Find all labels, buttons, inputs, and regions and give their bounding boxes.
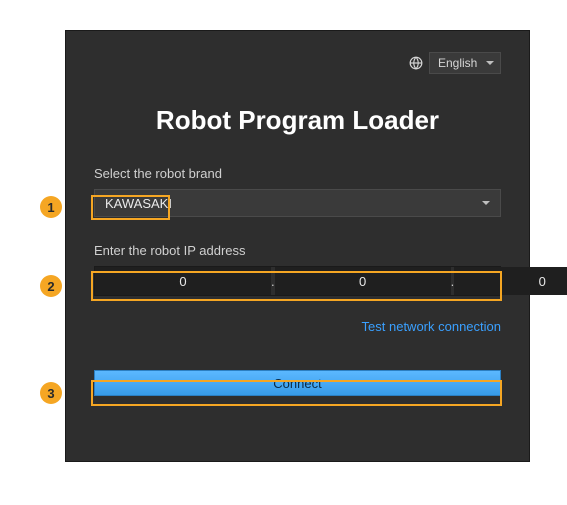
ip-section: Enter the robot IP address . . . [94, 243, 501, 296]
brand-label: Select the robot brand [94, 166, 501, 181]
ip-octet-2[interactable] [275, 267, 451, 295]
main-panel: English Robot Program Loader Select the … [65, 30, 530, 462]
page-title: Robot Program Loader [94, 105, 501, 136]
ip-input-row: . . . [94, 266, 501, 296]
connect-button-label: Connect [273, 376, 321, 391]
connect-button[interactable]: Connect [94, 370, 501, 396]
callout-badge-2: 2 [40, 275, 62, 297]
ip-octet-3[interactable] [454, 267, 567, 295]
test-connection-link[interactable]: Test network connection [362, 319, 501, 334]
brand-select[interactable]: KAWASAKI [94, 189, 501, 217]
brand-selected: KAWASAKI [105, 196, 172, 211]
ip-label: Enter the robot IP address [94, 243, 501, 258]
callout-badge-3: 3 [40, 382, 62, 404]
globe-icon [409, 56, 423, 70]
language-row: English [94, 49, 501, 77]
test-link-row: Test network connection [94, 318, 501, 336]
language-select[interactable]: English [429, 52, 501, 74]
language-selected: English [438, 56, 477, 70]
brand-section: Select the robot brand KAWASAKI [94, 166, 501, 217]
ip-octet-1[interactable] [95, 267, 271, 295]
callout-badge-1: 1 [40, 196, 62, 218]
